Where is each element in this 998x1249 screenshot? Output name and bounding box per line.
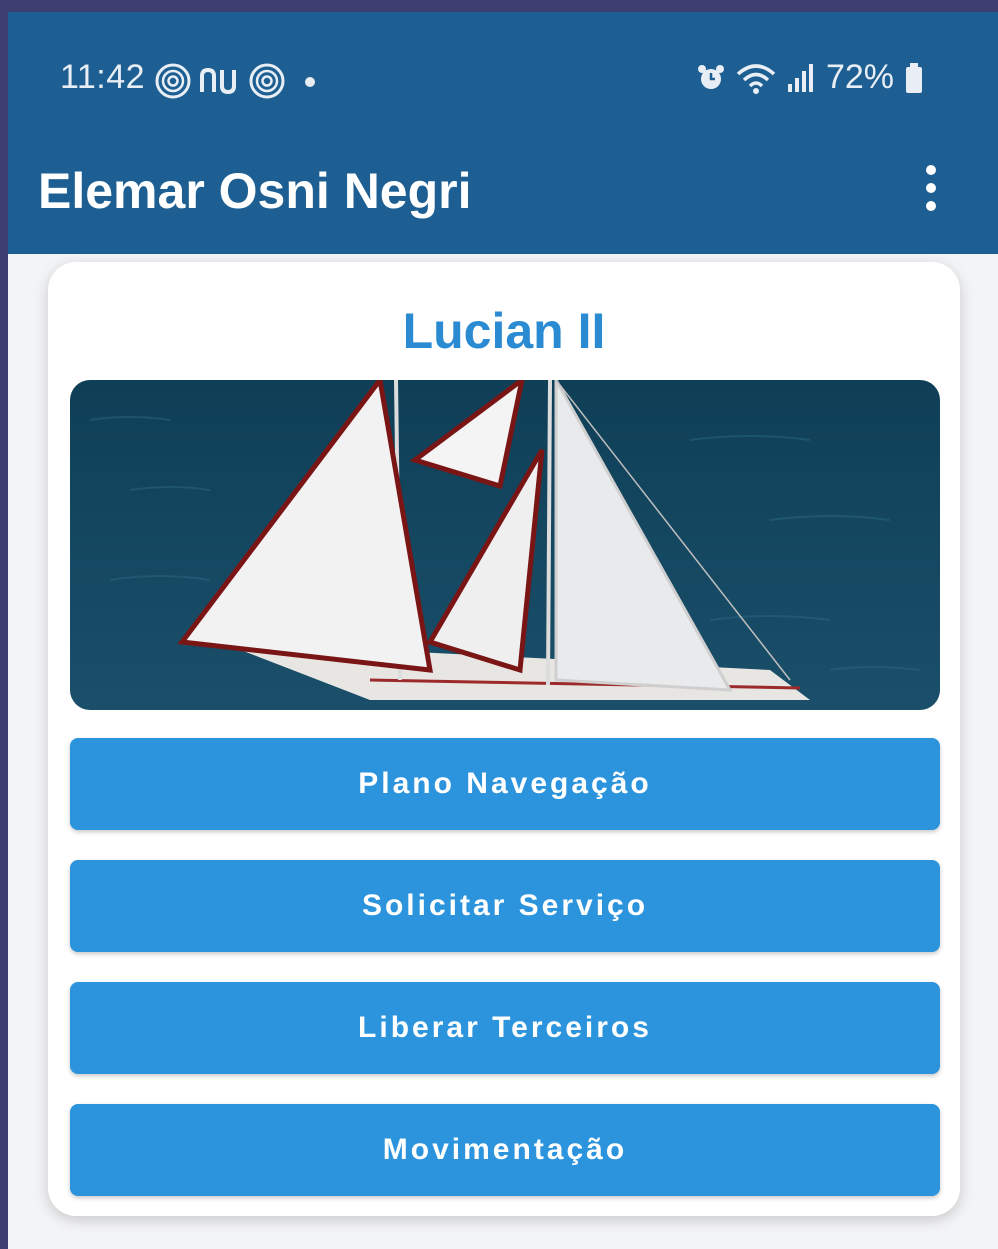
status-right-icons: 72%	[696, 58, 924, 97]
nubank-icon	[200, 67, 236, 95]
plano-navegacao-button[interactable]: Plano Navegação	[70, 738, 940, 830]
fingerprint-icon	[155, 63, 191, 99]
battery-icon	[906, 62, 922, 93]
vessel-card: Lucian II Plano Navegação Solicitar Serv…	[48, 262, 960, 1216]
fingerprint-icon	[249, 63, 285, 99]
solicitar-servico-button[interactable]: Solicitar Serviço	[70, 860, 940, 952]
more-vert-icon	[926, 165, 936, 211]
signal-icon	[787, 63, 813, 92]
status-left-icons	[154, 62, 322, 100]
liberar-terceiros-button[interactable]: Liberar Terceiros	[70, 982, 940, 1074]
app-title: Elemar Osni Negri	[38, 163, 472, 219]
vessel-name: Lucian II	[402, 303, 606, 359]
sailboat-image	[70, 380, 940, 710]
status-bar: 11:42 72%	[8, 12, 998, 132]
phone-screen: 11:42 72% Elemar Osni Negri Lucian II Pl…	[8, 12, 998, 1249]
notification-dot-icon	[305, 77, 315, 87]
app-bar: Elemar Osni Negri	[8, 132, 998, 254]
more-options-button[interactable]	[916, 158, 946, 218]
status-time: 11:42	[60, 58, 146, 96]
alarm-icon	[697, 64, 724, 89]
battery-percent: 72%	[825, 58, 894, 96]
movimentacao-button[interactable]: Movimentação	[70, 1104, 940, 1196]
wifi-icon	[736, 63, 776, 94]
